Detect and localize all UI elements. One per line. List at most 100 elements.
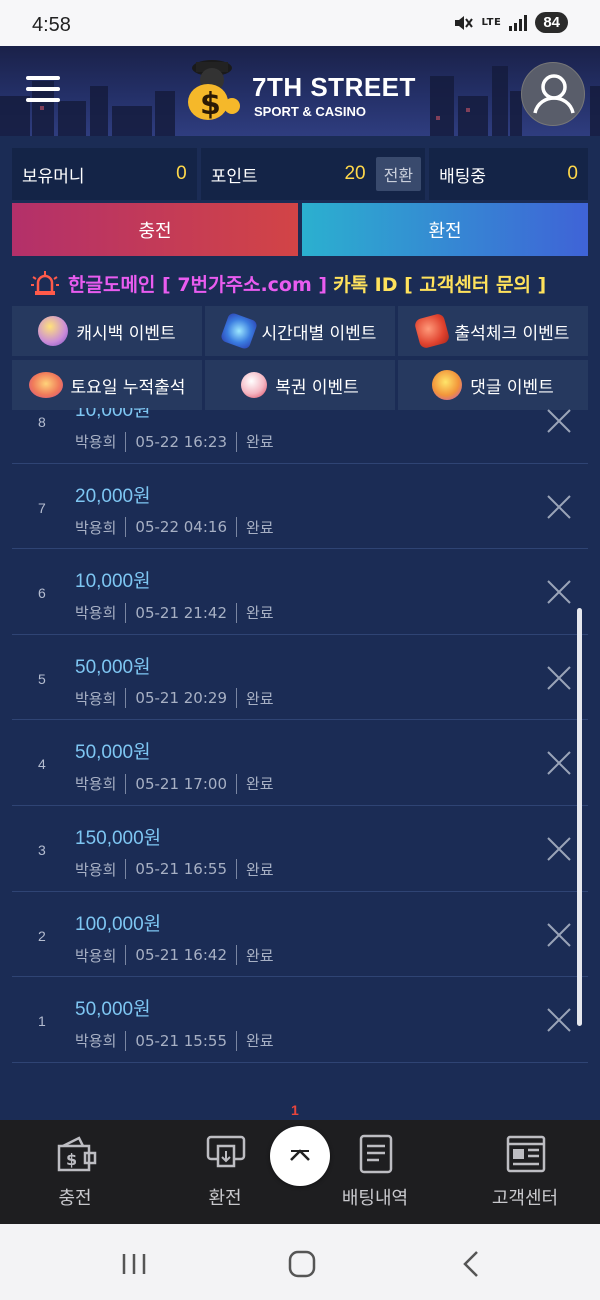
recents-icon[interactable] [114, 1246, 154, 1282]
row-amount: 50,000원 [75, 999, 151, 1021]
row-datetime: 05-21 16:42 [135, 946, 227, 965]
event-timeslot-button[interactable]: 시간대별 이벤트 [205, 306, 395, 356]
transaction-row[interactable]: 4 50,000원 박용희 05-21 17:00 완료 [12, 720, 588, 806]
home-icon[interactable] [282, 1246, 322, 1282]
meta-divider [236, 517, 237, 538]
row-amount: 20,000원 [75, 485, 151, 507]
svg-text:$: $ [200, 87, 221, 122]
event-grid: 캐시백 이벤트 시간대별 이벤트 출석체크 이벤트 토요일 누적출석 복권 이벤… [12, 306, 588, 410]
transaction-row[interactable]: 2 100,000원 박용희 05-21 16:42 완료 [12, 892, 588, 978]
chevron-up-icon [290, 1149, 310, 1161]
row-name: 박용희 [75, 775, 117, 794]
row-name: 박용희 [75, 860, 117, 879]
transaction-row[interactable]: 8 10,000원 박용희 05-22 16:23 완료 [12, 408, 588, 464]
row-number: 5 [38, 670, 46, 687]
delete-x-icon[interactable] [546, 494, 572, 520]
nav-betting-history[interactable]: 배팅내역 [320, 1120, 430, 1224]
row-name: 박용희 [75, 518, 117, 537]
exchange-button[interactable]: 환전 [302, 203, 588, 256]
row-meta: 박용희 05-21 15:55 완료 [75, 1030, 274, 1051]
row-datetime: 05-22 04:16 [135, 518, 227, 537]
row-meta: 박용희 05-22 16:23 완료 [75, 431, 274, 452]
battery-icon: 84 [535, 12, 568, 33]
newspaper-icon [506, 1135, 546, 1173]
transaction-row[interactable]: 1 50,000원 박용희 05-21 15:55 완료 [12, 977, 588, 1063]
row-status: 완료 [246, 433, 274, 451]
row-amount: 50,000원 [75, 656, 151, 678]
row-status: 완료 [246, 775, 274, 794]
logo-title: 7TH STREET [252, 72, 416, 102]
money-balance: 보유머니 0 [12, 148, 197, 200]
nav-exchange[interactable]: 환전 [170, 1120, 280, 1224]
money-value: 0 [176, 163, 187, 184]
row-meta: 박용희 05-22 04:16 완료 [75, 517, 274, 538]
system-nav-bar [0, 1224, 600, 1300]
delete-x-icon[interactable] [546, 750, 572, 776]
nav-charge-label: 충전 [58, 1188, 92, 1209]
row-amount: 50,000원 [75, 742, 151, 764]
nav-charge[interactable]: $ 충전 [20, 1120, 130, 1224]
notice-kakao-text: 카톡 ID [ 고객센터 문의 ] [333, 273, 547, 296]
event-attendance-button[interactable]: 출석체크 이벤트 [398, 306, 588, 356]
notice-banner: 한글도메인 [ 7번가주소.com ] 카톡 ID [ 고객센터 문의 ] [30, 267, 590, 299]
delete-x-icon[interactable] [546, 922, 572, 948]
user-avatar-icon[interactable] [521, 62, 585, 126]
row-meta: 박용희 05-21 16:55 완료 [75, 859, 274, 880]
transaction-row[interactable]: 7 20,000원 박용희 05-22 04:16 완료 [12, 464, 588, 550]
row-datetime: 05-21 16:55 [135, 860, 227, 879]
page-scrollbar[interactable] [577, 608, 582, 1026]
transaction-list[interactable]: 8 10,000원 박용희 05-22 16:23 완료 7 20,000원 박용희 05-22… [12, 408, 588, 1120]
transaction-row[interactable]: 3 150,000원 박용희 05-21 16:55 완료 [12, 806, 588, 892]
status-time: 4:58 [32, 14, 71, 36]
row-amount: 10,000원 [75, 408, 151, 421]
row-datetime: 05-21 15:55 [135, 1031, 227, 1050]
point-label: 포인트 [210, 166, 258, 187]
notice-domain-text: 한글도메인 [ 7번가주소.com ] [68, 273, 328, 296]
lte-icon: LTE [481, 16, 502, 28]
row-number: 1 [38, 1013, 46, 1030]
charge-button[interactable]: 충전 [12, 203, 298, 256]
betting-balance: 배팅중 0 [429, 148, 588, 200]
nav-betting-label: 배팅내역 [341, 1188, 409, 1209]
hamburger-menu-icon[interactable] [26, 76, 60, 104]
money-label: 보유머니 [22, 166, 85, 187]
nav-customer-center[interactable]: 고객센터 [470, 1120, 580, 1224]
betting-value: 0 [567, 163, 578, 184]
row-name: 박용희 [75, 604, 117, 623]
point-balance: 포인트 20 전환 [200, 148, 426, 200]
row-datetime: 05-22 16:23 [135, 432, 227, 451]
atm-withdraw-icon [206, 1135, 246, 1168]
betting-label: 배팅중 [439, 166, 486, 187]
status-icons: LTE 84 [453, 12, 568, 33]
event-lottery-button[interactable]: 복권 이벤트 [205, 360, 395, 410]
event-label: 토요일 누적출석 [70, 377, 186, 398]
lottery-ball-icon [241, 372, 268, 398]
meta-divider [125, 773, 127, 794]
row-amount: 100,000원 [75, 913, 162, 935]
main-panel: 보유머니 0 포인트 20 전환 배팅중 0 충전 환전 한글도메인 [ 7번가… [0, 136, 600, 1120]
back-icon[interactable] [452, 1246, 492, 1282]
smile-comment-icon [432, 370, 463, 400]
event-saturday-button[interactable]: 토요일 누적출석 [12, 360, 202, 410]
delete-x-icon[interactable] [546, 836, 572, 862]
meta-divider [236, 859, 237, 880]
delete-x-icon[interactable] [546, 665, 572, 691]
meta-divider [236, 945, 237, 966]
point-convert-button[interactable]: 전환 [375, 157, 422, 191]
scroll-top-button[interactable] [270, 1126, 330, 1186]
site-logo[interactable]: $ 7TH STREET SPORT & CASINO [182, 54, 422, 128]
logo-subtitle: SPORT & CASINO [254, 104, 366, 119]
delete-x-icon[interactable] [546, 408, 572, 434]
row-name: 박용희 [75, 1032, 117, 1051]
row-meta: 박용희 05-21 16:42 완료 [75, 945, 274, 966]
event-cashback-button[interactable]: 캐시백 이벤트 [12, 306, 202, 356]
delete-x-icon[interactable] [546, 579, 572, 605]
row-number: 4 [38, 756, 46, 773]
meta-divider [236, 1030, 237, 1051]
transaction-row[interactable]: 6 10,000원 박용희 05-21 21:42 완료 [12, 549, 588, 635]
transaction-row[interactable]: 5 50,000원 박용희 05-21 20:29 완료 [12, 635, 588, 721]
event-label: 복권 이벤트 [275, 377, 359, 398]
delete-x-icon[interactable] [546, 1007, 572, 1033]
row-status: 완료 [246, 946, 274, 965]
event-comment-button[interactable]: 댓글 이벤트 [398, 360, 588, 410]
